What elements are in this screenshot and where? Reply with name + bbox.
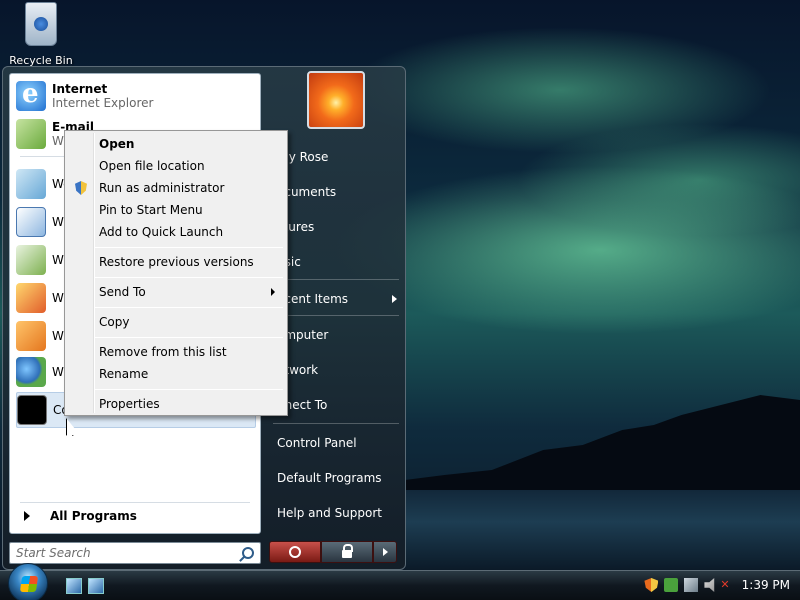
all-programs-button[interactable]: All Programs: [20, 505, 250, 527]
search-icon[interactable]: [242, 547, 254, 559]
separator: [95, 307, 283, 308]
command-prompt-icon: [17, 395, 47, 425]
program-name: Internet: [52, 82, 108, 96]
power-button[interactable]: [269, 541, 321, 563]
ctx-label: Rename: [99, 367, 149, 381]
right-item-computer[interactable]: omputer: [277, 323, 401, 347]
arrow-right-icon: [392, 295, 397, 303]
right-item-label: Help and Support: [277, 506, 382, 520]
search-placeholder: Start Search: [16, 546, 91, 560]
arrow-right-icon: [271, 288, 275, 296]
windows-logo-icon: [19, 576, 39, 592]
right-item-music[interactable]: usic: [277, 250, 401, 274]
context-menu: Open Open file location Run as administr…: [64, 130, 288, 416]
ctx-label: Pin to Start Menu: [99, 203, 203, 217]
ctx-label: Open: [99, 137, 135, 151]
internet-explorer-icon: [16, 79, 46, 111]
contacts-icon: [16, 357, 46, 387]
ctx-open[interactable]: Open: [67, 134, 285, 154]
separator: [95, 389, 283, 390]
ctx-run-as-administrator[interactable]: Run as administrator: [67, 178, 285, 198]
ctx-remove-from-list[interactable]: Remove from this list: [67, 342, 285, 362]
ctx-open-file-location[interactable]: Open file location: [67, 156, 285, 176]
volume-muted-icon: ✕: [720, 578, 730, 591]
ctx-properties[interactable]: Properties: [67, 394, 285, 414]
right-item-pictures[interactable]: ctures: [277, 215, 401, 239]
right-item-network[interactable]: etwork: [277, 358, 401, 382]
welcome-center-icon: [16, 169, 46, 199]
right-item-connect-to[interactable]: nnect To: [277, 393, 401, 417]
ctx-copy[interactable]: Copy: [67, 312, 285, 332]
right-item-help-support[interactable]: Help and Support: [277, 501, 401, 525]
ctx-send-to[interactable]: Send To: [67, 282, 285, 302]
lock-icon: [342, 544, 353, 558]
network-icon[interactable]: [684, 578, 699, 592]
all-programs-label: All Programs: [50, 509, 137, 523]
switch-windows-icon[interactable]: [88, 578, 104, 594]
recycle-bin[interactable]: Recycle Bin: [6, 2, 76, 67]
photo-gallery-icon: [16, 283, 46, 313]
separator: [273, 423, 399, 424]
security-shield-icon[interactable]: [644, 578, 659, 592]
media-player-icon: [16, 321, 46, 351]
user-avatar[interactable]: [307, 71, 365, 129]
right-item-recent-items[interactable]: ecent Items: [277, 287, 401, 311]
start-search-input[interactable]: Start Search: [9, 542, 261, 564]
ctx-label: Add to Quick Launch: [99, 225, 224, 239]
separator: [95, 277, 283, 278]
fax-scan-icon: [16, 245, 46, 275]
wallpaper-mountains: [405, 395, 800, 495]
ctx-label: Properties: [99, 397, 160, 411]
separator: [273, 315, 399, 316]
update-check-icon[interactable]: [664, 578, 679, 592]
ctx-label: Restore previous versions: [99, 255, 254, 269]
ctx-label: Run as administrator: [99, 181, 225, 195]
show-desktop-icon[interactable]: [66, 578, 82, 594]
program-internet[interactable]: Internet Internet Explorer: [16, 78, 256, 114]
uac-shield-icon: [75, 181, 87, 195]
right-item-default-programs[interactable]: Default Programs: [277, 466, 401, 490]
recycle-bin-icon: [25, 2, 57, 46]
volume-icon[interactable]: [704, 578, 715, 592]
program-sub: Internet Explorer: [52, 96, 154, 110]
right-item-documents[interactable]: ocuments: [277, 180, 401, 204]
mail-icon: [16, 119, 46, 149]
ctx-pin-to-start-menu[interactable]: Pin to Start Menu: [67, 200, 285, 220]
right-item-label: Control Panel: [277, 436, 357, 450]
ctx-rename[interactable]: Rename: [67, 364, 285, 384]
right-item-label: Default Programs: [277, 471, 382, 485]
power-bar: [269, 541, 397, 563]
lock-button[interactable]: [321, 541, 373, 563]
power-options-button[interactable]: [373, 541, 397, 563]
start-button[interactable]: [8, 563, 48, 600]
clock[interactable]: 1:39 PM: [742, 578, 796, 592]
separator: [20, 502, 250, 503]
arrow-right-icon: [382, 548, 388, 556]
wallpaper-lake: [405, 490, 800, 570]
right-item-control-panel[interactable]: Control Panel: [277, 431, 401, 455]
separator: [95, 337, 283, 338]
ctx-add-to-quick-launch[interactable]: Add to Quick Launch: [67, 222, 285, 242]
power-icon: [289, 546, 301, 558]
right-item-user[interactable]: my Rose: [277, 145, 401, 169]
arrow-right-icon: [24, 511, 30, 521]
ctx-label: Send To: [99, 285, 146, 299]
ctx-label: Open file location: [99, 159, 205, 173]
system-tray: ✕ 1:39 PM: [644, 572, 796, 598]
separator: [273, 279, 399, 280]
ctx-label: Copy: [99, 315, 130, 329]
ctx-restore-previous-versions[interactable]: Restore previous versions: [67, 252, 285, 272]
ctx-label: Remove from this list: [99, 345, 227, 359]
task-icon: [16, 207, 46, 237]
separator: [95, 247, 283, 248]
